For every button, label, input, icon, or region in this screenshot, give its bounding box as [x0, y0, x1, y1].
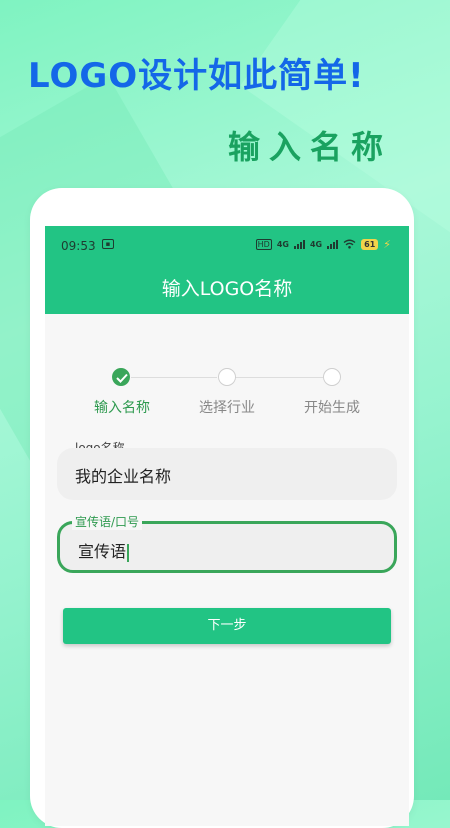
app-header: 09:53 ▪ HD 4G 4G 61 ⚡ 输入LOGO名称 — [45, 226, 409, 314]
network-4g-icon: 4G — [309, 239, 323, 249]
step-indicator: 输入名称 选择行业 开始生成 — [45, 366, 409, 426]
logo-name-field[interactable]: 我的企业名称 — [57, 448, 397, 500]
status-bar: 09:53 ▪ HD 4G 4G 61 ⚡ — [45, 226, 409, 266]
next-step-button[interactable]: 下一步 — [63, 608, 391, 644]
page-title: 输入LOGO名称 — [161, 278, 293, 300]
step-connector — [235, 377, 323, 378]
slogan-label: 宣传语/口号 — [72, 513, 143, 530]
status-time: 09:53 — [61, 239, 96, 253]
signal-icon — [293, 239, 305, 249]
step-1-check-icon — [112, 368, 130, 386]
step-3-label: 开始生成 — [304, 400, 360, 416]
hd-icon: HD — [255, 238, 272, 250]
app-screen: 09:53 ▪ HD 4G 4G 61 ⚡ 输入LOGO名称 输入名称 选择行业… — [45, 226, 409, 826]
network-4g-icon: 4G — [276, 239, 289, 249]
form-content: 输入名称 选择行业 开始生成 logo名称 我的企业名称 宣传语 宣传语/口号 … — [45, 314, 409, 826]
promo-headline: LOGO设计如此简单! — [28, 56, 365, 96]
step-3-circle-icon — [323, 368, 341, 386]
charging-icon: ⚡ — [383, 237, 391, 251]
slogan-value: 宣传语 — [78, 538, 130, 562]
step-2-circle-icon — [218, 368, 236, 386]
promo-subhead: 输入名称 — [227, 128, 392, 166]
battery-icon: 61 — [361, 238, 379, 250]
notification-icon: ▪ — [102, 239, 114, 249]
signal-icon — [327, 239, 339, 249]
wifi-icon — [343, 239, 356, 249]
step-1-label: 输入名称 — [94, 400, 150, 416]
text-cursor — [127, 543, 130, 562]
step-connector — [131, 377, 217, 378]
status-icons: HD 4G 4G 61 ⚡ — [255, 236, 391, 252]
step-2-label: 选择行业 — [199, 400, 255, 416]
logo-name-value: 我的企业名称 — [75, 467, 172, 486]
